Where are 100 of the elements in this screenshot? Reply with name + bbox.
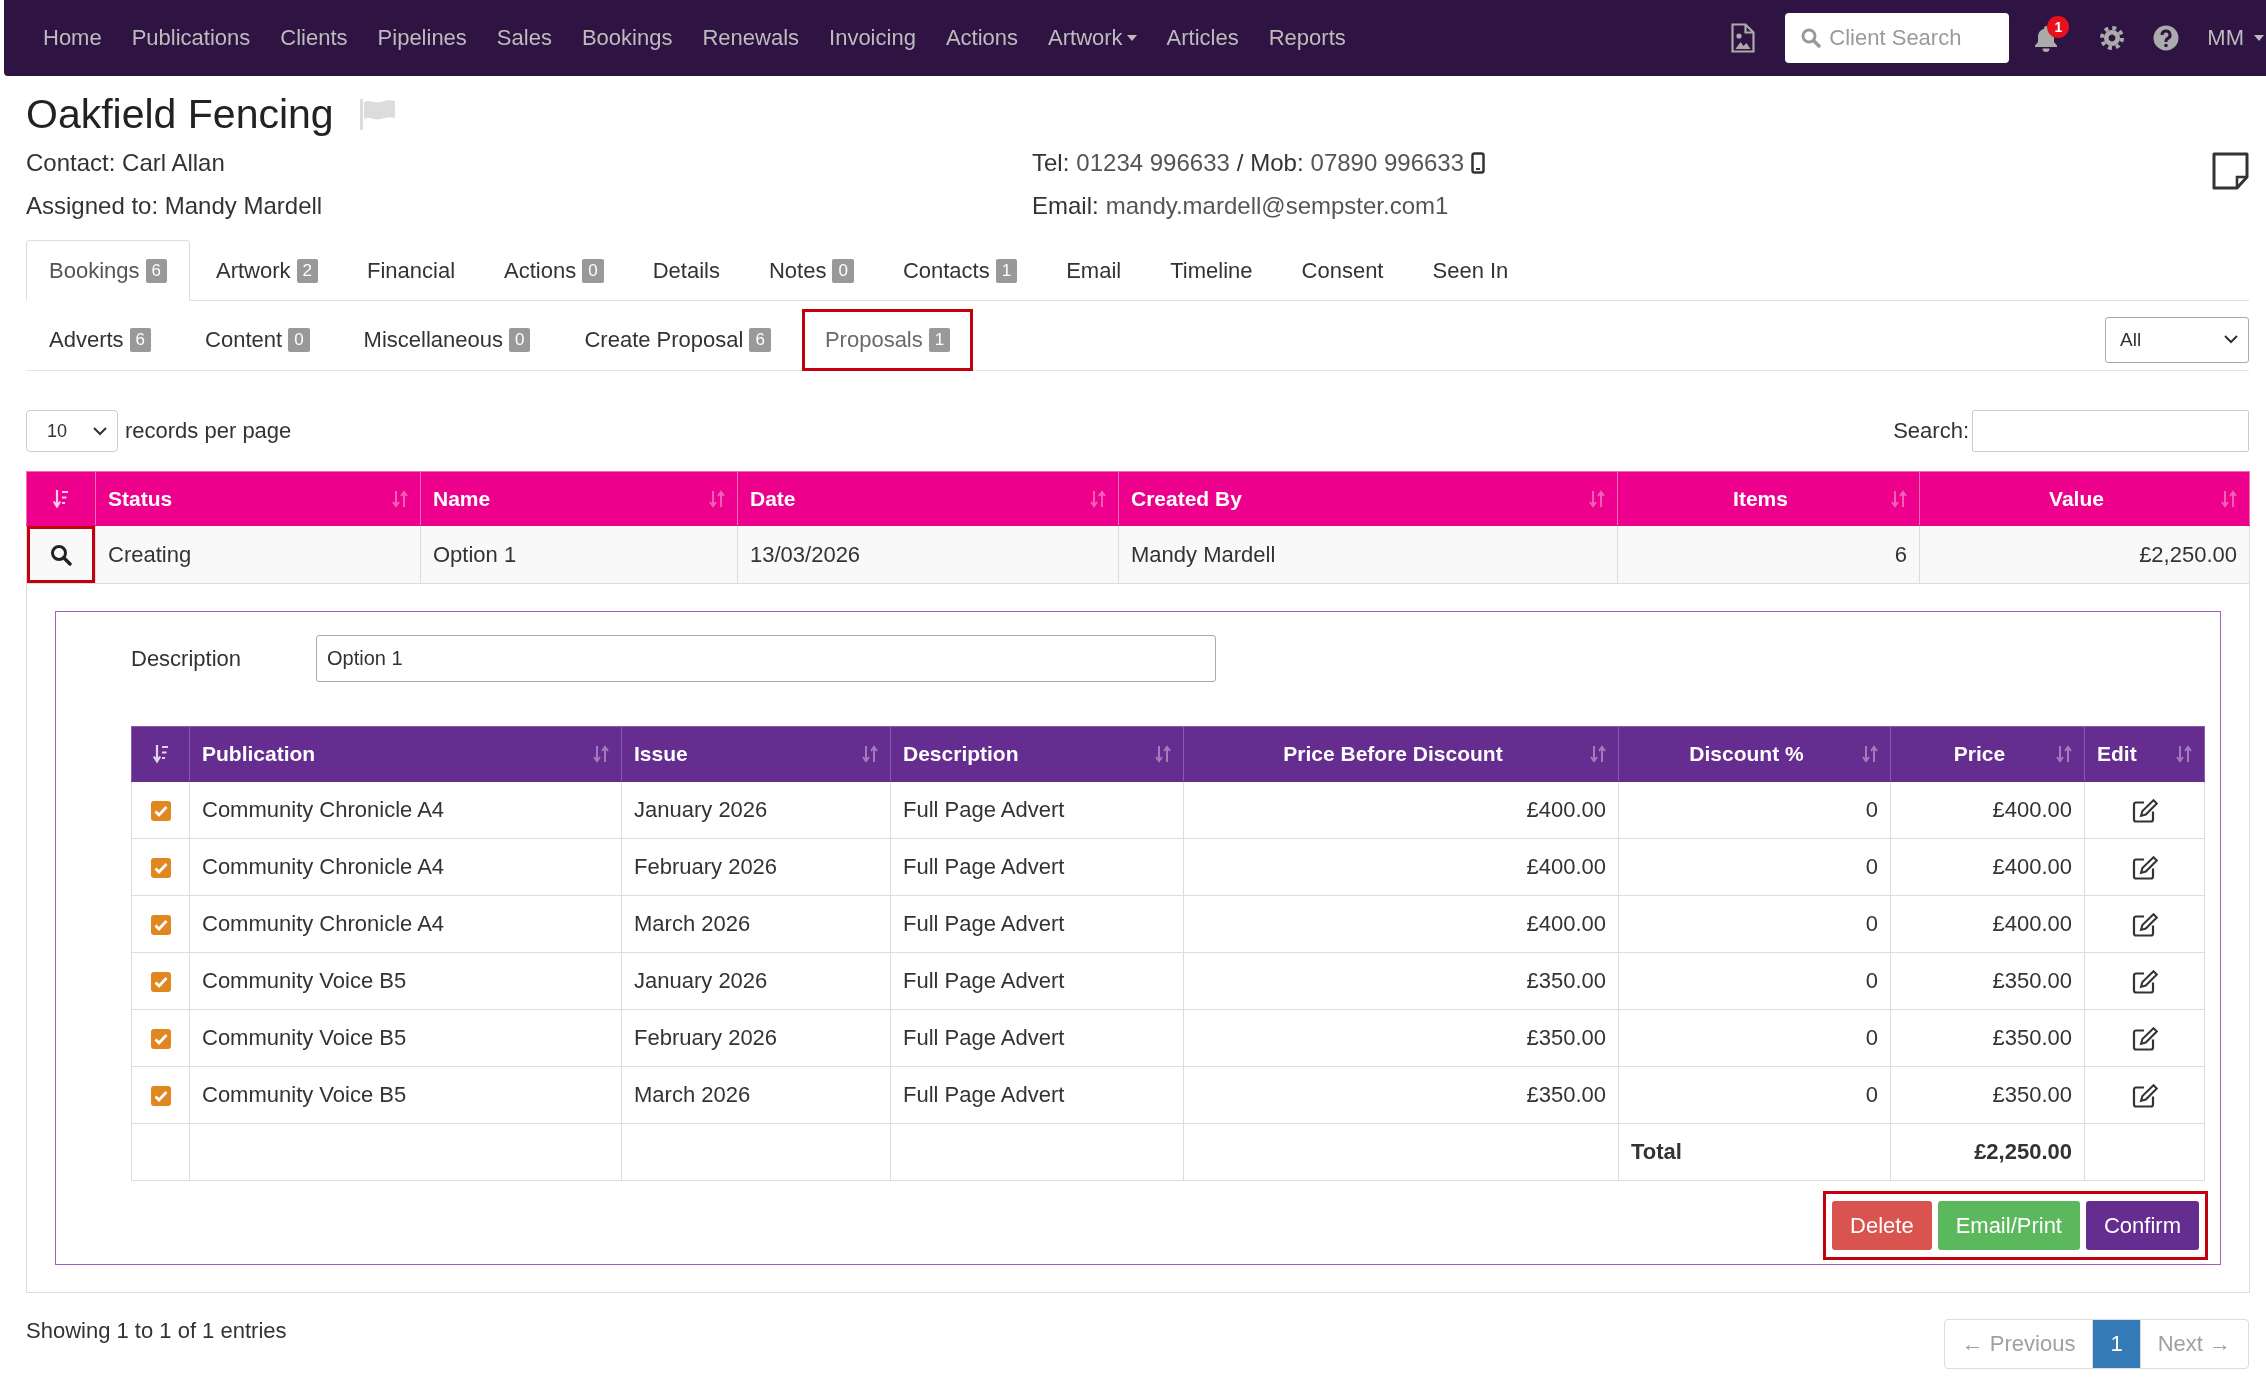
tab[interactable]: Actions 0: [481, 240, 627, 301]
edit-icon[interactable]: [2131, 799, 2158, 824]
tab[interactable]: Create Proposal 6: [561, 308, 794, 371]
nav-link[interactable]: Invoicing: [814, 25, 931, 51]
nav-link[interactable]: Renewals: [687, 25, 815, 51]
tab[interactable]: Bookings 6: [26, 240, 190, 301]
nav-link[interactable]: Clients: [265, 25, 363, 51]
nav-link[interactable]: Reports: [1253, 25, 1361, 51]
count-badge: 0: [582, 258, 604, 283]
checkbox[interactable]: [150, 801, 171, 822]
column-header[interactable]: Name: [420, 471, 738, 526]
caret-icon: [2254, 35, 2264, 41]
nav-link[interactable]: Actions: [930, 25, 1034, 51]
user-menu-button[interactable]: MM: [2207, 25, 2264, 51]
table-cell: Full Page Advert: [890, 781, 1184, 839]
email-label: Email:: [1032, 191, 1099, 221]
nav-link[interactable]: Articles: [1151, 25, 1254, 51]
tab[interactable]: Email: [1043, 240, 1145, 301]
edit-icon[interactable]: [2131, 913, 2158, 938]
phone-link[interactable]: 01234 996633: [1076, 141, 1230, 184]
tab[interactable]: Timeline: [1147, 240, 1276, 301]
table-cell: 0: [1618, 1009, 1891, 1067]
checkbox[interactable]: [150, 1086, 171, 1107]
column-header[interactable]: Status: [95, 471, 421, 526]
column-header[interactable]: [131, 726, 190, 782]
checkbox[interactable]: [150, 1029, 171, 1050]
nav-link[interactable]: Publications: [116, 25, 266, 51]
column-header[interactable]: Discount %: [1618, 726, 1891, 782]
table-cell: 0: [1618, 838, 1891, 896]
tab[interactable]: Seen In: [1409, 240, 1532, 301]
table-cell: March 2026: [621, 1066, 891, 1124]
nav-link[interactable]: Pipelines: [362, 25, 482, 51]
phone-label: Tel:: [1032, 148, 1070, 178]
column-header[interactable]: Issue: [621, 726, 891, 782]
tab[interactable]: Adverts 6: [26, 308, 175, 371]
tab[interactable]: Artwork 2: [193, 240, 341, 301]
count-badge: 6: [145, 258, 167, 283]
page-size-select[interactable]: 10: [26, 410, 118, 452]
client-search-field[interactable]: Client Search: [1785, 13, 2010, 63]
table-cell: £400.00: [1890, 838, 2085, 896]
settings-icon[interactable]: [2099, 25, 2126, 51]
tab[interactable]: Contacts 1: [879, 240, 1041, 301]
tab[interactable]: Proposals 1: [801, 308, 974, 371]
pagination-link[interactable]: 1: [2092, 1320, 2140, 1368]
column-header[interactable]: Description: [890, 726, 1184, 782]
checkbox[interactable]: [150, 858, 171, 879]
client-name: Oakfield Fencing: [26, 90, 334, 138]
table-cell: Mandy Mardell: [1118, 525, 1618, 584]
table-cell: Option 1: [420, 525, 738, 584]
column-header[interactable]: Value: [1919, 471, 2250, 526]
table-cell: 13/03/2026: [737, 525, 1119, 584]
table-cell: 0: [1618, 781, 1891, 839]
table-cell: 0: [1618, 1066, 1891, 1124]
table-cell: Community Voice B5: [189, 1066, 622, 1124]
edit-icon[interactable]: [2131, 1027, 2158, 1052]
nav-link[interactable]: Home: [28, 25, 117, 51]
filter-select[interactable]: All: [2105, 316, 2249, 363]
column-header[interactable]: Created By: [1118, 471, 1618, 526]
tab[interactable]: Financial: [344, 240, 479, 301]
mobile-link[interactable]: 07890 996633: [1310, 141, 1465, 184]
tab[interactable]: Consent: [1278, 240, 1407, 301]
table-cell: 0: [1618, 952, 1891, 1010]
sticky-note-icon[interactable]: [2212, 152, 2249, 190]
mobile-label: / Mob:: [1236, 148, 1304, 178]
column-header[interactable]: Publication: [189, 726, 622, 782]
column-header[interactable]: Price: [1890, 726, 2085, 782]
edit-icon[interactable]: [2131, 1084, 2158, 1109]
entries-info: Showing 1 to 1 of 1 entries: [26, 1319, 287, 1343]
mobile-phone-icon: [1471, 151, 1486, 174]
danger-button[interactable]: Delete: [1832, 1201, 1932, 1250]
count-badge: 0: [509, 327, 531, 352]
table-cell: Community Chronicle A4: [189, 838, 622, 896]
column-header[interactable]: Date: [737, 471, 1119, 526]
description-field[interactable]: Option 1: [316, 635, 1216, 682]
column-header[interactable]: Price Before Discount: [1183, 726, 1619, 782]
primary-button[interactable]: Confirm: [2086, 1201, 2199, 1250]
table-cell: February 2026: [621, 838, 891, 896]
tab[interactable]: Content 0: [182, 308, 333, 371]
table-cell: £2,250.00: [1919, 525, 2250, 584]
tab[interactable]: Notes 0: [745, 240, 877, 301]
edit-icon[interactable]: [2131, 856, 2158, 881]
view-button[interactable]: [27, 526, 95, 583]
checkbox[interactable]: [150, 915, 171, 936]
count-badge: 1: [995, 258, 1018, 283]
tab[interactable]: Miscellaneous 0: [340, 308, 554, 371]
count-badge: 6: [749, 327, 771, 352]
nav-link[interactable]: Bookings: [566, 25, 688, 51]
table-cell: Community Voice B5: [189, 952, 622, 1010]
column-header[interactable]: Items: [1617, 471, 1920, 526]
nav-link[interactable]: Sales: [481, 25, 567, 51]
edit-icon[interactable]: [2131, 970, 2158, 995]
image-file-icon[interactable]: [1731, 23, 1756, 53]
total-label: Total: [1618, 1123, 1891, 1181]
nav-link[interactable]: Artwork: [1033, 25, 1152, 51]
email-link[interactable]: mandy.mardell@sempster.com1: [1105, 184, 1449, 227]
search-field[interactable]: [1972, 410, 2249, 452]
checkbox[interactable]: [150, 972, 171, 993]
help-icon[interactable]: [2153, 25, 2180, 51]
tab[interactable]: Details: [629, 240, 743, 301]
column-header[interactable]: Edit: [2084, 726, 2205, 782]
